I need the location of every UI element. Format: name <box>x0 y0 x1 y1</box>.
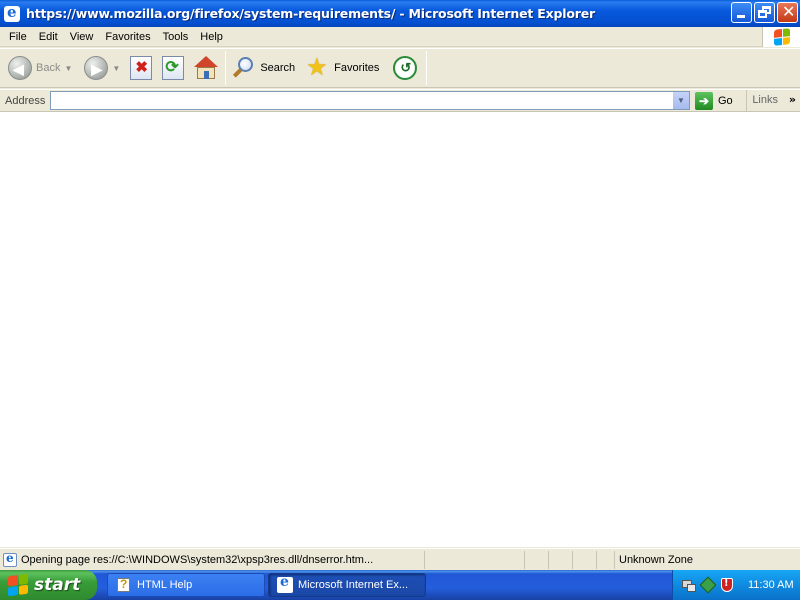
windows-flag-icon <box>773 28 790 46</box>
refresh-icon: ⟳ <box>162 56 185 80</box>
start-button[interactable]: start <box>0 570 97 600</box>
menu-edit[interactable]: Edit <box>33 28 64 46</box>
restore-button[interactable] <box>754 2 775 23</box>
toolbar-separator-end <box>426 51 428 85</box>
favorites-button[interactable]: ★ Favorites <box>303 51 382 85</box>
ie-taskbar-icon: e <box>277 574 293 593</box>
go-label: Go <box>718 94 733 107</box>
taskbar-clock[interactable]: 11:30 AM <box>748 579 794 591</box>
chevron-down-icon: ▼ <box>677 96 685 105</box>
status-panel-5 <box>596 550 614 569</box>
history-button[interactable]: ↺ <box>390 51 420 85</box>
start-label: start <box>34 575 81 595</box>
forward-dropdown-icon[interactable]: ▼ <box>112 64 120 73</box>
status-bar: Opening page res://C:\WINDOWS\system32\x… <box>0 548 800 570</box>
status-panel-4 <box>572 550 596 569</box>
page-content-area[interactable] <box>0 112 800 547</box>
menu-tools[interactable]: Tools <box>157 28 195 46</box>
toolbar-separator <box>225 51 227 85</box>
security-shield-icon[interactable]: ! <box>719 577 735 593</box>
window-title: https://www.mozilla.org/firefox/system-r… <box>26 6 595 21</box>
zone-panel: Unknown Zone <box>614 550 764 569</box>
search-icon <box>232 56 256 80</box>
go-button[interactable]: ➔ Go <box>695 91 733 110</box>
minimize-icon <box>737 15 745 18</box>
back-button[interactable]: ◀ Back ▼ <box>5 51 75 85</box>
system-tray: ! 11:30 AM <box>672 570 800 600</box>
address-label: Address <box>5 94 46 107</box>
refresh-button[interactable]: ⟳ <box>159 51 187 85</box>
stop-icon: ✖ <box>130 56 153 80</box>
search-label: Search <box>260 62 296 74</box>
html-help-icon: ? <box>116 577 132 593</box>
standard-toolbar: ◀ Back ▼ ▶ ▼ ✖ ⟳ Search ★ Favorites ↺ <box>0 48 800 88</box>
search-button[interactable]: Search <box>229 51 298 85</box>
minimize-button[interactable] <box>731 2 752 23</box>
security-zone-label: Unknown Zone <box>619 553 693 566</box>
title-bar[interactable]: https://www.mozilla.org/firefox/system-r… <box>0 0 800 27</box>
status-panel-2 <box>524 550 548 569</box>
ie-app-icon[interactable] <box>4 3 20 22</box>
taskbar-item-label: Microsoft Internet Ex... <box>298 579 409 591</box>
history-clock-icon: ↺ <box>393 56 418 80</box>
links-button[interactable]: Links <box>746 90 778 111</box>
taskbar-item-label: HTML Help <box>137 579 193 591</box>
close-icon: ✕ <box>782 2 796 21</box>
taskbar: start ? HTML Help e Microsoft Internet E… <box>0 570 800 600</box>
update-tray-icon[interactable] <box>699 576 717 594</box>
status-text: Opening page res://C:\WINDOWS\system32\x… <box>21 553 374 566</box>
home-icon <box>193 56 219 80</box>
go-arrow-icon: ➔ <box>695 91 713 110</box>
stop-button[interactable]: ✖ <box>127 51 155 85</box>
back-dropdown-icon[interactable]: ▼ <box>64 64 72 73</box>
menu-favorites[interactable]: Favorites <box>99 28 156 46</box>
windows-logo-icon <box>8 573 28 597</box>
back-arrow-icon: ◀ <box>8 56 32 80</box>
back-label: Back <box>36 62 61 74</box>
forward-arrow-icon: ▶ <box>84 56 109 80</box>
status-panel-1 <box>424 550 524 569</box>
address-input[interactable]: ▼ <box>50 91 690 110</box>
network-tray-icon[interactable] <box>681 577 697 593</box>
address-bar: Address ▼ ➔ Go Links » <box>0 89 800 112</box>
star-icon: ★ <box>306 54 328 81</box>
address-dropdown-button[interactable]: ▼ <box>672 92 689 109</box>
home-button[interactable] <box>190 51 222 85</box>
forward-button[interactable]: ▶ ▼ <box>81 51 123 85</box>
menu-bar: File Edit View Favorites Tools Help <box>0 27 800 47</box>
menu-view[interactable]: View <box>64 28 100 46</box>
menu-help[interactable]: Help <box>194 28 229 46</box>
window-controls: ✕ <box>731 2 798 23</box>
menu-file[interactable]: File <box>3 28 33 46</box>
page-status-icon <box>3 551 17 567</box>
status-panel-3 <box>548 550 572 569</box>
taskbar-item-html-help[interactable]: ? HTML Help <box>107 573 265 597</box>
close-button[interactable]: ✕ <box>777 2 798 23</box>
links-chevron-icon[interactable]: » <box>789 90 796 109</box>
favorites-label: Favorites <box>334 62 380 74</box>
taskbar-item-internet-explorer[interactable]: e Microsoft Internet Ex... <box>268 573 426 597</box>
windows-flag-logo <box>762 27 800 47</box>
